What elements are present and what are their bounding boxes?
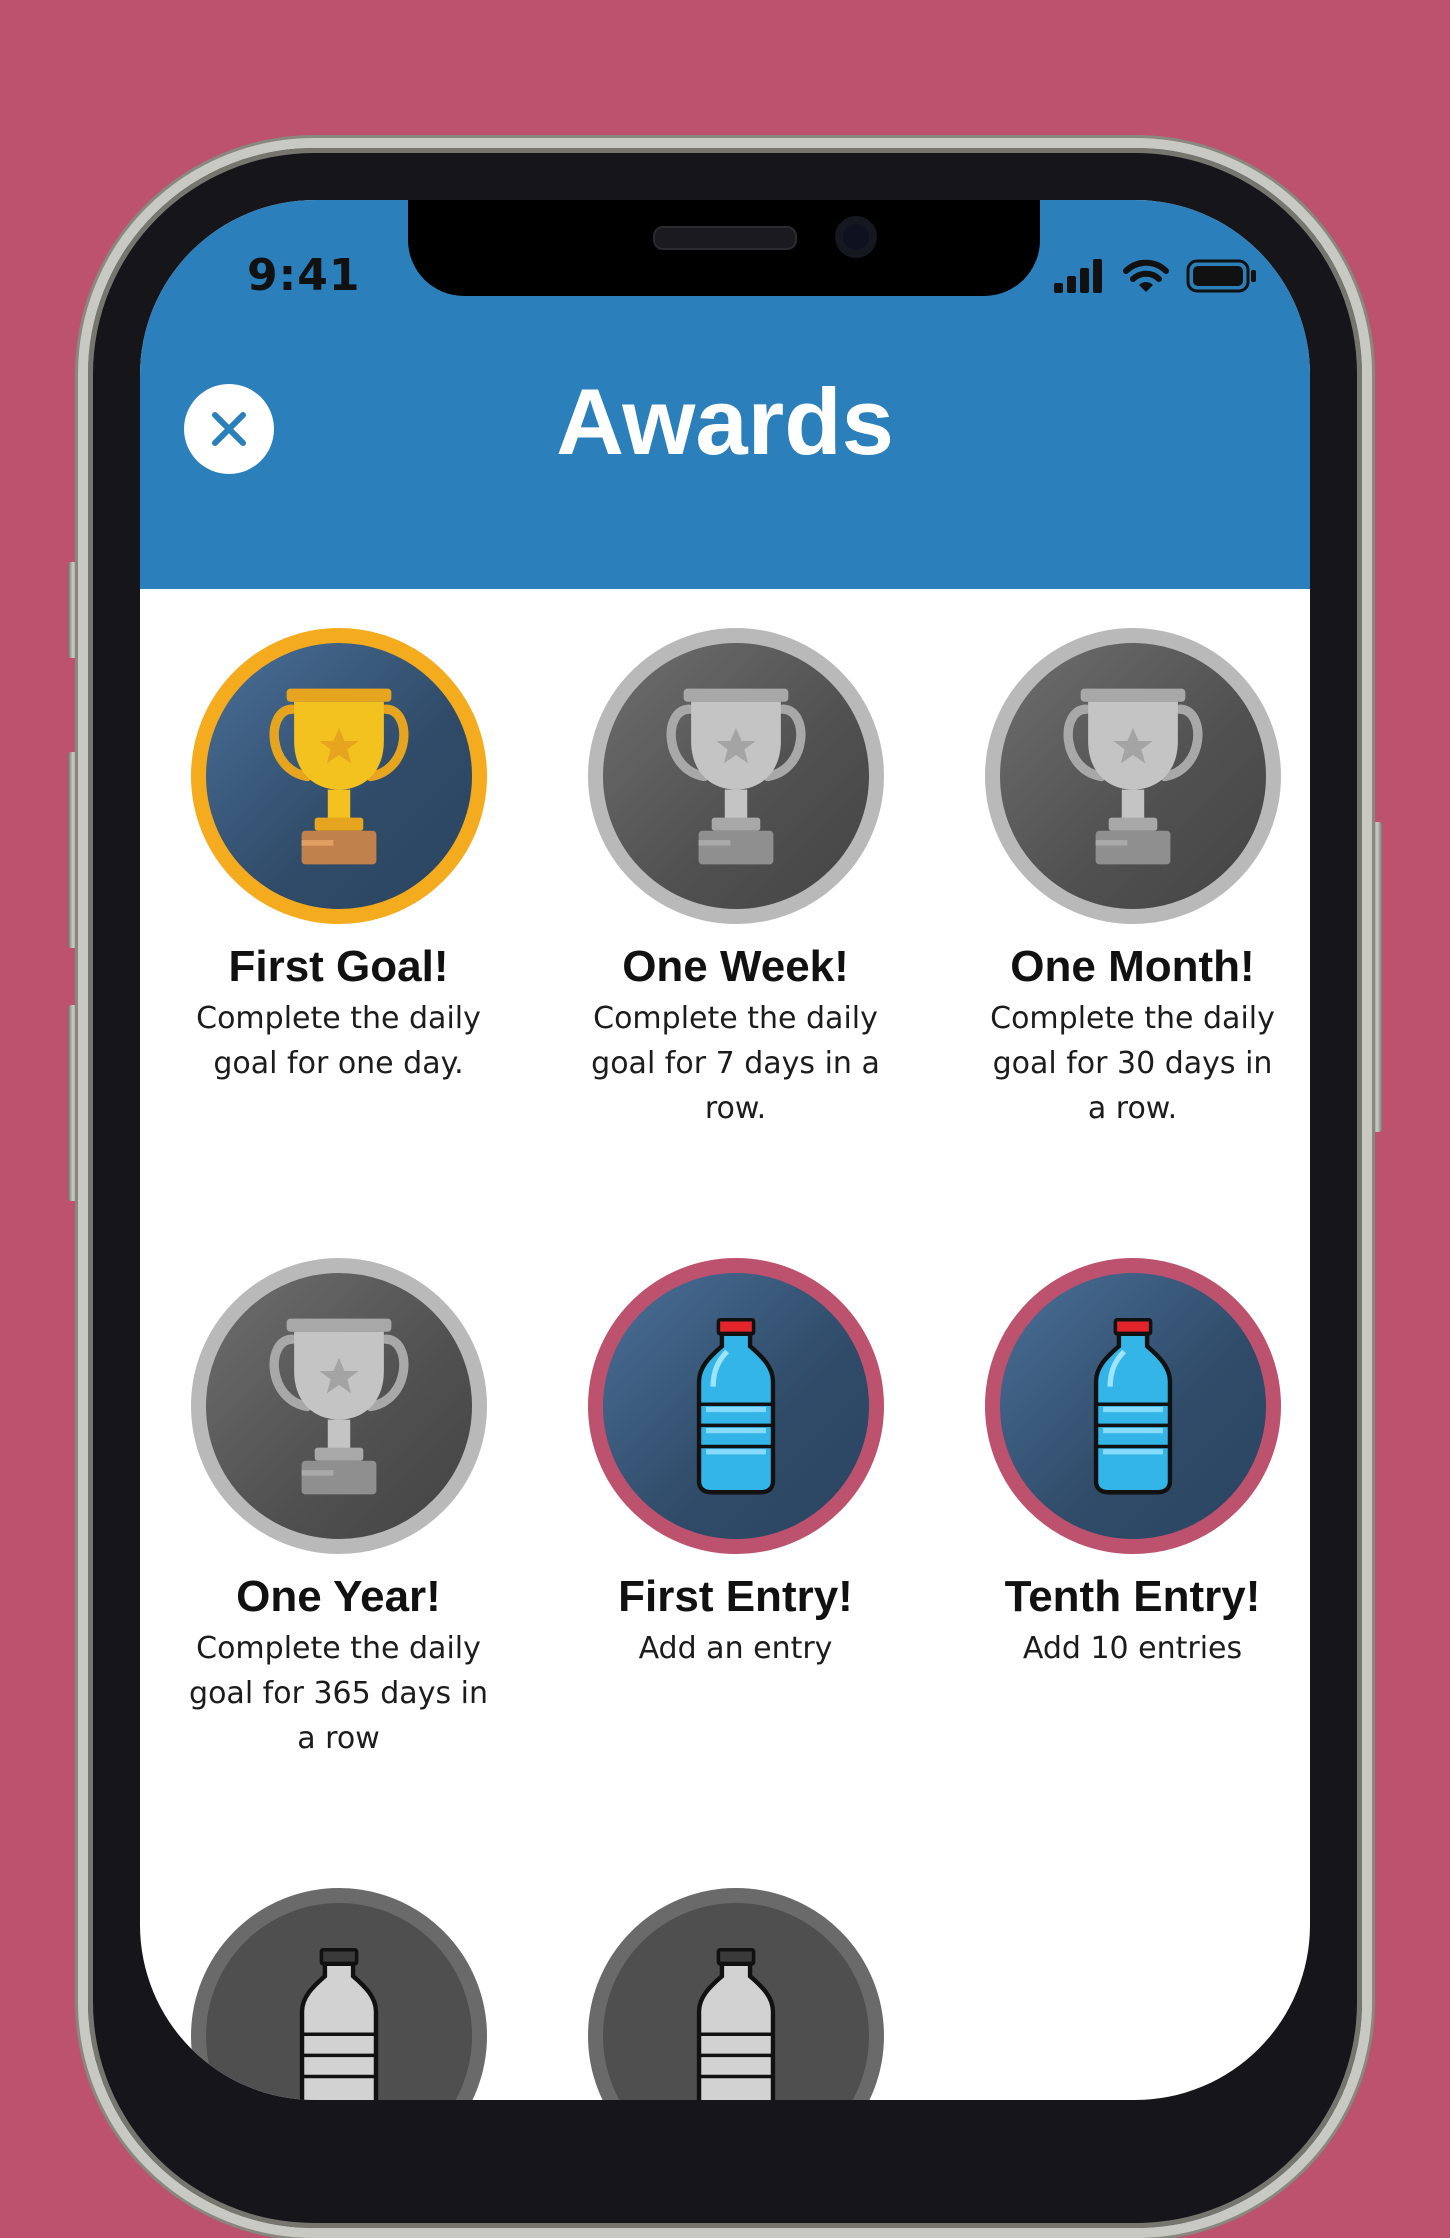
award-badge [587, 1888, 884, 2100]
award-title: Tenth Entry! [1004, 1572, 1261, 1621]
status-icons [1054, 258, 1258, 294]
award-badge [190, 1888, 487, 2100]
water-bottle-icon [692, 1315, 780, 1497]
battery-icon [1186, 259, 1256, 293]
earpiece-speaker [653, 226, 797, 250]
award-card-tenth-entry[interactable]: Tenth Entry! Add 10 entries [934, 1258, 1310, 1671]
award-card-one-month[interactable]: One Month! Complete the daily goal for 3… [934, 628, 1310, 1131]
award-description: Complete the daily goal for 365 days in … [189, 1631, 488, 1756]
award-title: One Week! [622, 942, 849, 991]
award-card-first-entry[interactable]: First Entry! Add an entry [537, 1258, 934, 1671]
water-bottle-icon [692, 1945, 780, 2100]
award-badge [190, 1258, 487, 1554]
award-card-locked-bottle-2[interactable] [537, 1888, 934, 2100]
award-card-locked-bottle-1[interactable] [140, 1888, 537, 2100]
award-title: First Goal! [228, 942, 449, 991]
phone-screen: 9:41 Awards First Goal! Complete the dai… [140, 200, 1310, 2100]
award-card-one-week[interactable]: One Week! Complete the daily goal for 7 … [537, 628, 934, 1131]
notch [408, 200, 1040, 296]
volume-up-button[interactable] [68, 752, 78, 948]
award-title: One Year! [236, 1572, 441, 1621]
trophy-icon [264, 683, 414, 870]
award-title: One Month! [1010, 942, 1255, 991]
award-card-first-goal[interactable]: First Goal! Complete the daily goal for … [140, 628, 537, 1086]
trophy-icon [1058, 683, 1208, 870]
front-camera [835, 216, 877, 258]
award-badge [587, 628, 884, 924]
wifi-icon [1123, 259, 1169, 292]
status-time: 9:41 [247, 250, 361, 301]
award-card-one-year[interactable]: One Year! Complete the daily goal for 36… [140, 1258, 537, 1761]
silent-switch[interactable] [68, 562, 78, 658]
award-description: Add 10 entries [1022, 1631, 1243, 1666]
award-description: Complete the daily goal for 30 days in a… [990, 1001, 1275, 1126]
page-title: Awards [556, 369, 894, 474]
trophy-icon [264, 1313, 414, 1500]
side-power-button[interactable] [1372, 822, 1382, 1132]
signal-bars-icon [1054, 259, 1102, 293]
water-bottle-icon [1089, 1315, 1177, 1497]
award-badge [984, 628, 1281, 924]
award-badge [984, 1258, 1281, 1554]
award-badge [190, 628, 487, 924]
award-title: First Entry! [618, 1572, 853, 1621]
award-description: Add an entry [638, 1631, 833, 1666]
award-description: Complete the daily goal for 7 days in a … [591, 1001, 880, 1126]
water-bottle-icon [295, 1945, 383, 2100]
award-description: Complete the daily goal for one day. [196, 1001, 481, 1081]
award-badge [587, 1258, 884, 1554]
app-header: 9:41 Awards [140, 200, 1310, 589]
trophy-icon [661, 683, 811, 870]
volume-down-button[interactable] [68, 1005, 78, 1201]
